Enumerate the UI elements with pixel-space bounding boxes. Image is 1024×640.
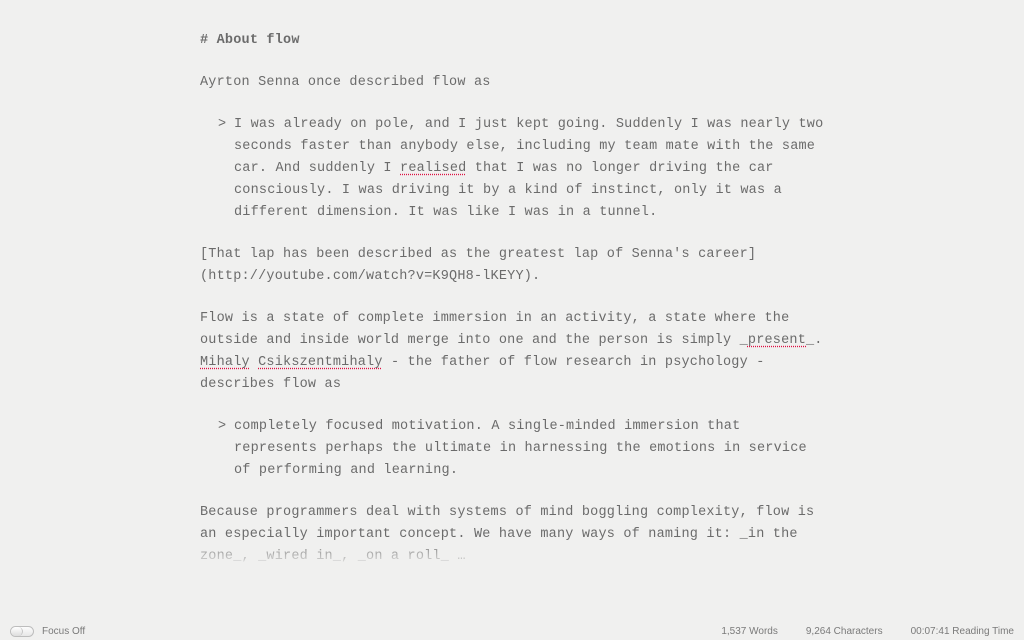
time-label: Reading Time [952, 626, 1014, 637]
paragraph-intro: Ayrton Senna once described flow as [200, 72, 830, 94]
paragraph-flow-def: Flow is a state of complete immersion in… [200, 308, 830, 396]
text: completely focused motivation. A single-… [234, 419, 807, 478]
text: Because programmers deal with systems of… [200, 505, 814, 564]
focus-label: Focus Off [42, 626, 85, 637]
text: Ayrton Senna once described flow as [200, 75, 491, 90]
chars-label: Characters [834, 626, 883, 637]
paragraph-link: [That lap has been described as the grea… [200, 244, 830, 288]
spellcheck-word[interactable]: present [748, 333, 806, 348]
chars-value: 9,264 [806, 626, 831, 637]
blockquote-csik: completely focused motivation. A single-… [200, 416, 830, 482]
heading-marker: # [200, 33, 208, 48]
text: Flow is a state of complete immersion in… [200, 311, 789, 348]
blockquote-senna: I was already on pole, and I just kept g… [200, 114, 830, 224]
markdown-link-text: [That lap has been described as the grea… [200, 247, 756, 284]
status-right: 1,537 Words 9,264 Characters 00:07:41 Re… [721, 626, 1014, 637]
reading-time[interactable]: 00:07:41 Reading Time [911, 626, 1014, 637]
focus-toggle[interactable] [10, 626, 34, 637]
words-label: Words [749, 626, 778, 637]
words-value: 1,537 [721, 626, 746, 637]
heading-text: About flow [217, 33, 300, 48]
text [250, 355, 258, 370]
status-bar: Focus Off 1,537 Words 9,264 Characters 0… [0, 622, 1024, 640]
time-value: 00:07:41 [911, 626, 950, 637]
spellcheck-word[interactable]: Csikszentmihaly [258, 355, 383, 370]
editor-area[interactable]: # About flow Ayrton Senna once described… [0, 0, 1024, 622]
spellcheck-word[interactable]: realised [400, 161, 466, 176]
word-count[interactable]: 1,537 Words [721, 626, 778, 637]
paragraph-programmers: Because programmers deal with systems of… [200, 502, 830, 568]
heading-line: # About flow [200, 30, 830, 52]
spellcheck-word[interactable]: Mihaly [200, 355, 250, 370]
status-left: Focus Off [10, 626, 85, 637]
text: _. [806, 333, 823, 348]
toggle-knob [11, 627, 23, 636]
char-count[interactable]: 9,264 Characters [806, 626, 883, 637]
document-content[interactable]: # About flow Ayrton Senna once described… [200, 30, 830, 568]
